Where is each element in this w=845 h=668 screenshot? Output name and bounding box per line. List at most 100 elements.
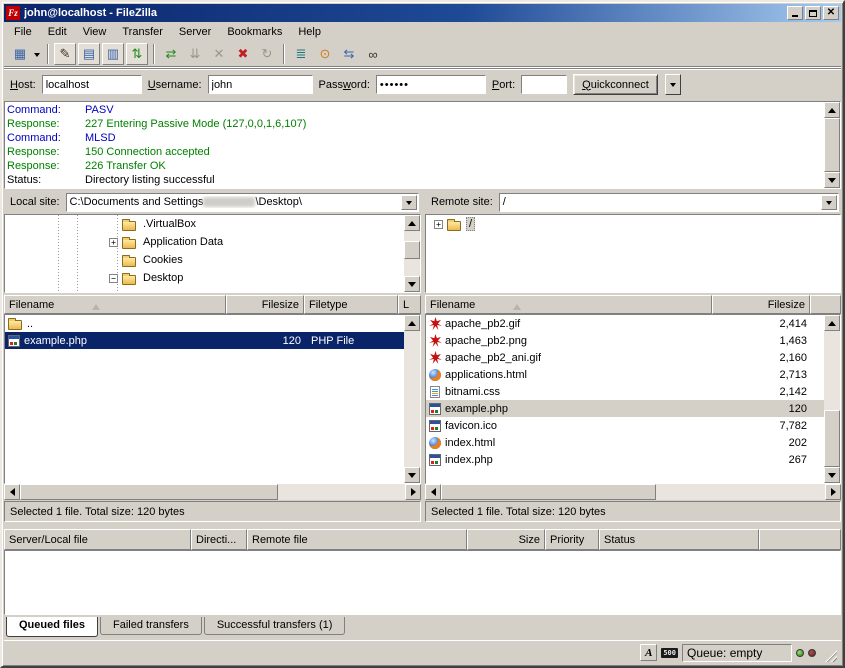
maximize-button[interactable]	[805, 6, 821, 20]
reconnect-button[interactable]: ↻	[256, 43, 278, 65]
column-header-remote-file[interactable]: Remote file	[247, 529, 467, 550]
toggle-transfer-queue-button[interactable]: ⇅	[126, 43, 148, 65]
port-input[interactable]	[521, 75, 567, 94]
remote-hscrollbar[interactable]	[425, 484, 841, 500]
column-header-filename[interactable]: Filename	[4, 295, 226, 314]
tab-queued-files[interactable]: Queued files	[6, 617, 98, 637]
scroll-down-button[interactable]	[404, 276, 420, 292]
menu-file[interactable]: File	[6, 24, 40, 40]
scrollbar-thumb[interactable]	[441, 484, 656, 500]
column-header-lastmodified[interactable]: L	[398, 295, 421, 314]
file-row[interactable]: apache_pb2_ani.gif 2,160	[426, 349, 824, 366]
toggle-remote-tree-button[interactable]: ▥	[102, 43, 124, 65]
file-row[interactable]: applications.html 2,713	[426, 366, 824, 383]
file-row[interactable]: apache_pb2.gif 2,414	[426, 315, 824, 332]
file-row-updir[interactable]: ..	[5, 315, 404, 332]
log-line: Status:Directory listing successful	[7, 173, 822, 187]
filter-button[interactable]: ∞	[362, 43, 384, 65]
column-header-direction[interactable]: Directi...	[191, 529, 247, 550]
local-site-combo[interactable]: C:\Documents and Settings\Desktop\	[66, 193, 419, 212]
host-input[interactable]	[42, 75, 142, 94]
cancel-operation-button[interactable]: ✕	[208, 43, 230, 65]
menu-server[interactable]: Server	[171, 24, 219, 40]
scrollbar-thumb[interactable]	[824, 410, 840, 467]
menu-transfer[interactable]: Transfer	[114, 24, 171, 40]
tree-item-desktop[interactable]: − Desktop	[5, 269, 420, 287]
transfer-type-ascii-icon[interactable]: A	[640, 644, 657, 661]
username-input[interactable]	[208, 75, 313, 94]
file-row[interactable]: index.php 267	[426, 451, 824, 468]
scroll-down-button[interactable]	[824, 467, 840, 483]
scrollbar-thumb[interactable]	[20, 484, 278, 500]
refresh-button[interactable]: ⇄	[160, 43, 182, 65]
directory-listing-button[interactable]: ≣	[290, 43, 312, 65]
local-tree-scrollbar[interactable]	[404, 215, 420, 292]
minimize-button[interactable]	[787, 6, 803, 20]
scroll-left-button[interactable]	[425, 484, 441, 500]
tree-item-cookies[interactable]: Cookies	[5, 251, 420, 269]
column-header-filesize[interactable]: Filesize	[226, 295, 304, 314]
scroll-left-button[interactable]	[4, 484, 20, 500]
scrollbar-thumb[interactable]	[404, 241, 420, 259]
scroll-up-button[interactable]	[824, 102, 840, 118]
synchronized-browsing-button[interactable]: ⇆	[338, 43, 360, 65]
scroll-down-button[interactable]	[824, 172, 840, 188]
quickconnect-button[interactable]: Quickconnect	[573, 74, 658, 95]
queue-list[interactable]	[4, 550, 841, 615]
resize-grip[interactable]	[824, 649, 837, 662]
toggle-message-log-button[interactable]: ✎	[54, 43, 76, 65]
file-row-selected[interactable]: example.php 120	[426, 400, 824, 417]
site-manager-button[interactable]: ▦	[9, 43, 31, 65]
scroll-up-button[interactable]	[404, 315, 420, 331]
tab-successful-transfers[interactable]: Successful transfers (1)	[204, 617, 346, 635]
find-files-button[interactable]: ⊙	[314, 43, 336, 65]
process-queue-button[interactable]: ⇊	[184, 43, 206, 65]
remote-list-scrollbar[interactable]	[824, 315, 840, 483]
password-input[interactable]	[376, 75, 486, 94]
remote-directory-tree: + /	[425, 214, 841, 293]
remote-site-dropdown[interactable]	[821, 195, 837, 210]
status-bar: A 500 Queue: empty	[4, 640, 841, 664]
scroll-up-button[interactable]	[404, 215, 420, 231]
site-manager-dropdown[interactable]	[30, 43, 43, 65]
speed-limit-indicator[interactable]: 500	[661, 648, 678, 658]
column-header-status[interactable]: Status	[599, 529, 759, 550]
local-site-dropdown[interactable]	[401, 195, 417, 210]
log-scrollbar[interactable]	[824, 102, 840, 188]
close-button[interactable]: ✕	[823, 6, 839, 20]
scroll-down-button[interactable]	[404, 467, 420, 483]
scroll-right-button[interactable]	[405, 484, 421, 500]
file-name: index.php	[445, 454, 493, 466]
menu-edit[interactable]: Edit	[40, 24, 75, 40]
tree-item-root[interactable]: + /	[426, 215, 840, 233]
column-header-filetype[interactable]: Filetype	[304, 295, 398, 314]
tree-item-application-data[interactable]: + Application Data	[5, 233, 420, 251]
expand-plus-icon[interactable]: +	[434, 220, 443, 229]
column-header-server-local-file[interactable]: Server/Local file	[4, 529, 191, 550]
disconnect-button[interactable]: ✖	[232, 43, 254, 65]
quickconnect-dropdown[interactable]	[665, 74, 681, 95]
column-header-filesize[interactable]: Filesize	[712, 295, 810, 314]
scroll-up-button[interactable]	[824, 315, 840, 331]
menu-bookmarks[interactable]: Bookmarks	[219, 24, 290, 40]
column-header-priority[interactable]: Priority	[545, 529, 599, 550]
column-header-filename[interactable]: Filename	[425, 295, 712, 314]
file-row-selected[interactable]: example.php 120 PHP File 1	[5, 332, 404, 349]
local-list-scrollbar[interactable]	[404, 315, 420, 483]
tree-item-virtualbox[interactable]: .VirtualBox	[5, 215, 420, 233]
local-hscrollbar[interactable]	[4, 484, 421, 500]
menu-help[interactable]: Help	[290, 24, 329, 40]
scroll-right-button[interactable]	[825, 484, 841, 500]
file-row[interactable]: bitnami.css 2,142	[426, 383, 824, 400]
toggle-local-tree-button[interactable]: ▤	[78, 43, 100, 65]
menu-view[interactable]: View	[75, 24, 115, 40]
file-row[interactable]: favicon.ico 7,782	[426, 417, 824, 434]
host-label: Host:	[10, 79, 36, 91]
column-header-size[interactable]: Size	[467, 529, 545, 550]
html-file-icon	[429, 437, 441, 449]
tab-failed-transfers[interactable]: Failed transfers	[100, 617, 202, 635]
file-row[interactable]: index.html 202	[426, 434, 824, 451]
scrollbar-thumb[interactable]	[824, 118, 840, 172]
remote-site-combo[interactable]: /	[499, 193, 839, 212]
file-row[interactable]: apache_pb2.png 1,463	[426, 332, 824, 349]
